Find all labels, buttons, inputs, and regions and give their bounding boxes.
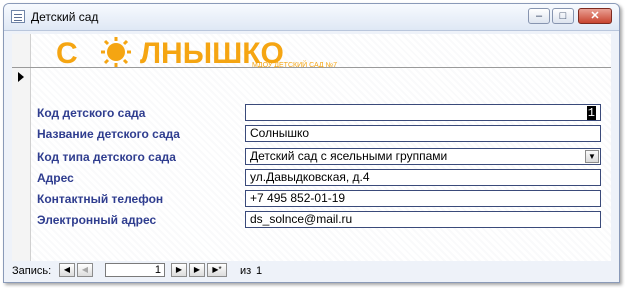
phone-label: Контактный телефон (37, 192, 164, 206)
last-record-button[interactable]: ▶ (189, 263, 205, 277)
address-label: Адрес (37, 171, 74, 185)
next-record-button[interactable]: ▶ (171, 263, 187, 277)
form-content: С ЛНЫШКО МДОУ ДЕТСКИЙ САД №7 Код детског… (12, 34, 611, 261)
app-window: Детский сад – □ ✕ С ЛНЫШКО МДОУ ДЕТСКИЙ … (3, 3, 620, 283)
next-record-icon: ▶ (175, 265, 183, 274)
record-nav-label: Запись: (12, 265, 52, 277)
window-title: Детский сад (31, 10, 99, 24)
logo-letter-s: С (56, 37, 78, 68)
kindergarten-type-value: Детский сад с ясельными группами (250, 149, 448, 163)
phone-field[interactable]: +7 495 852-01-19 (245, 190, 601, 207)
address-field[interactable]: ул.Давыдковская, д.4 (245, 169, 601, 186)
record-navigation-bar: Запись: ◀ ◀ 1 ▶ ▶ ▶* из 1 (4, 262, 619, 282)
title-bar[interactable]: Детский сад – □ ✕ (4, 4, 619, 31)
kindergarten-code-field[interactable]: 1 (245, 104, 601, 121)
first-record-icon: ◀ (63, 265, 71, 274)
new-record-button[interactable]: ▶* (207, 263, 227, 277)
dropdown-arrow-icon[interactable]: ▼ (585, 150, 599, 163)
logo-subtitle: МДОУ ДЕТСКИЙ САД №7 (252, 60, 337, 68)
close-button[interactable]: ✕ (578, 8, 612, 24)
new-record-icon: ▶* (212, 265, 222, 274)
record-count-of-label: из (240, 265, 252, 277)
record-pointer-icon (18, 72, 24, 82)
email-field[interactable]: ds_solnce@mail.ru (245, 211, 601, 228)
record-selector-bar[interactable] (12, 34, 31, 261)
record-total-count: 1 (256, 265, 263, 277)
minimize-button[interactable]: – (528, 8, 550, 24)
kindergarten-logo: С ЛНЫШКО МДОУ ДЕТСКИЙ САД №7 (56, 37, 337, 68)
previous-record-button[interactable]: ◀ (77, 263, 93, 277)
kindergarten-name-label: Название детского сада (37, 127, 180, 141)
kindergarten-name-field[interactable]: Солнышко (245, 125, 601, 142)
first-record-button[interactable]: ◀ (59, 263, 75, 277)
form-icon (11, 10, 25, 23)
sun-icon (101, 37, 131, 67)
kindergarten-type-combo[interactable]: Детский сад с ясельными группами ▼ (245, 148, 601, 165)
previous-record-icon: ◀ (81, 265, 89, 274)
kindergarten-code-label: Код детского сада (37, 106, 146, 120)
last-record-icon: ▶ (193, 265, 201, 274)
current-record-input[interactable]: 1 (105, 263, 165, 277)
email-label: Электронный адрес (37, 213, 157, 227)
maximize-button[interactable]: □ (552, 8, 574, 24)
kindergarten-type-label: Код типа детского сада (37, 150, 176, 164)
